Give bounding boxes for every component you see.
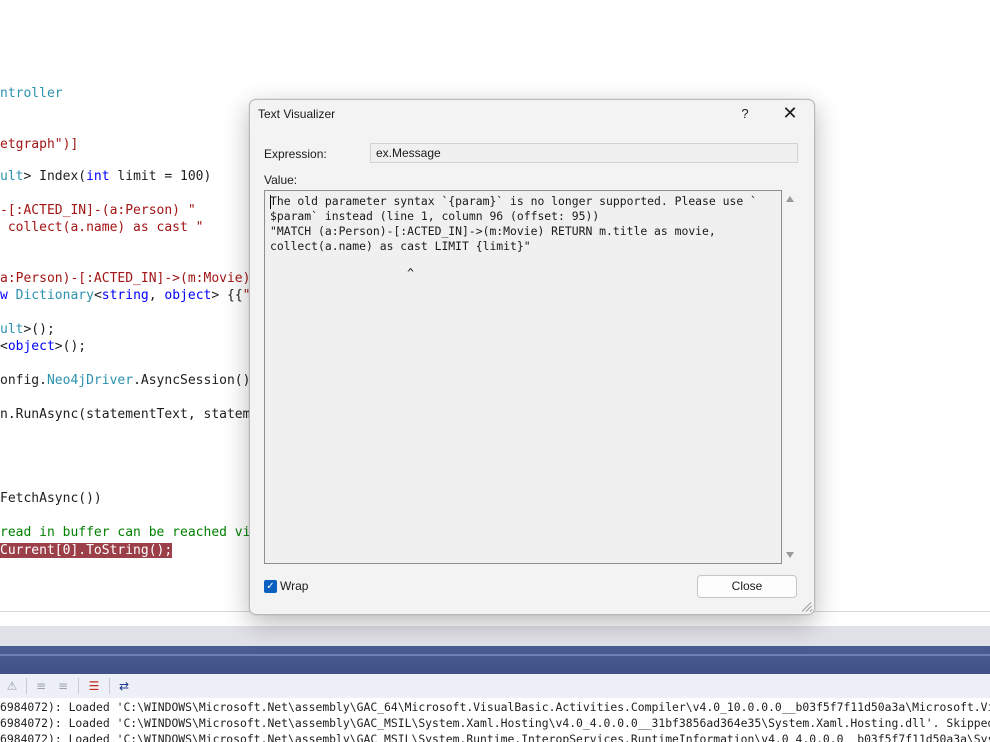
- code-line: collect(a.name) as cast ": [0, 219, 204, 237]
- code-token: -[:ACTED_IN]-(a:Person) ": [0, 203, 196, 218]
- scroll-up-arrow-icon[interactable]: [786, 196, 794, 202]
- code-line: a:Person)-[:ACTED_IN]->(m:Movie) (: [0, 270, 266, 288]
- wrap-checkbox[interactable]: ✓: [264, 580, 277, 593]
- code-token: > {{: [211, 288, 243, 303]
- output-window[interactable]: 6984072): Loaded 'C:\WINDOWS\Microsoft.N…: [0, 698, 990, 742]
- code-token: Current[0].ToString();: [0, 543, 173, 558]
- clear-all-icon[interactable]: ☰: [86, 678, 102, 694]
- code-token: > Index(: [23, 169, 87, 184]
- scroll-down-arrow-icon[interactable]: [786, 552, 794, 558]
- code-token: >();: [23, 322, 55, 337]
- output-line: 6984072): Loaded 'C:\WINDOWS\Microsoft.N…: [0, 732, 990, 742]
- code-line: FetchAsync()): [0, 490, 102, 508]
- value-text: The old parameter syntax `{param}` is no…: [270, 194, 757, 253]
- code-line: etgraph")]: [0, 136, 78, 154]
- wrap-label[interactable]: Wrap: [280, 579, 308, 593]
- code-token: Dictionary: [15, 288, 94, 303]
- code-line: Current[0].ToString();: [0, 542, 173, 560]
- expression-field[interactable]: ex.Message: [370, 143, 798, 163]
- value-label: Value:: [264, 173, 298, 187]
- code-token: collect(a.name) as cast ": [0, 220, 204, 235]
- text-visualizer-dialog: Text Visualizer ? ✕ Expression: ex.Messa…: [249, 99, 815, 615]
- output-line: 6984072): Loaded 'C:\WINDOWS\Microsoft.N…: [0, 716, 990, 730]
- output-line: 6984072): Loaded 'C:\WINDOWS\Microsoft.N…: [0, 700, 990, 714]
- code-line: w Dictionary<string, object> {{"li: [0, 287, 266, 305]
- code-line: onfig.Neo4jDriver.AsyncSession()): [0, 372, 258, 390]
- code-line: read in buffer can be reached via: [0, 524, 258, 542]
- text-cursor: [270, 195, 271, 209]
- clear-icon[interactable]: ⚠: [4, 678, 20, 694]
- code-token: .AsyncSession()): [133, 373, 259, 388]
- value-textarea[interactable]: The old parameter syntax `{param}` is no…: [264, 190, 782, 564]
- code-token: <: [0, 339, 8, 354]
- code-token: object: [7, 339, 55, 354]
- code-token: Neo4jDriver: [46, 373, 134, 388]
- code-line: ult> Index(int limit = 100): [0, 168, 211, 186]
- code-line: ult>();: [0, 321, 55, 339]
- code-token: limit = 100): [109, 169, 212, 184]
- close-button[interactable]: Close: [697, 575, 797, 598]
- code-token: ult: [0, 169, 24, 184]
- code-token: >();: [54, 339, 87, 354]
- code-line: -[:ACTED_IN]-(a:Person) ": [0, 202, 196, 220]
- code-line: <object>();: [0, 338, 86, 356]
- help-button[interactable]: ?: [732, 103, 758, 125]
- code-token: <: [93, 288, 102, 303]
- toolbar-separator: [26, 678, 27, 694]
- code-token: ,: [148, 288, 165, 303]
- tool-window-tab-strip: [0, 646, 990, 674]
- code-token: n.RunAsync(statementText, statemen: [0, 407, 267, 422]
- toolbar-separator: [109, 678, 110, 694]
- code-token: ult: [0, 322, 24, 337]
- code-line: ntroller: [0, 85, 63, 103]
- find-previous-icon[interactable]: ≡: [33, 678, 49, 694]
- error-caret-marker: ^: [270, 266, 415, 280]
- output-toolbar: ⚠ ≡ ≡ ☰ ⇄: [0, 674, 990, 698]
- code-line: n.RunAsync(statementText, statemen: [0, 406, 266, 424]
- code-token: string: [101, 288, 149, 303]
- code-token: ntroller: [0, 86, 63, 101]
- output-panel-header: [0, 626, 990, 646]
- find-next-icon[interactable]: ≡: [55, 678, 71, 694]
- code-token: object: [164, 288, 212, 303]
- code-token: FetchAsync()): [0, 491, 102, 506]
- code-token: w: [0, 288, 16, 303]
- expression-label: Expression:: [264, 147, 327, 161]
- check-icon: ✓: [266, 581, 275, 592]
- word-wrap-toggle-icon[interactable]: ⇄: [116, 678, 132, 694]
- toolbar-separator: [78, 678, 79, 694]
- code-token: onfig.: [0, 373, 47, 388]
- resize-grip-icon[interactable]: [800, 600, 813, 612]
- code-token: read in buffer can be reached via: [0, 525, 259, 540]
- code-token: int: [86, 169, 110, 184]
- close-icon[interactable]: ✕: [776, 103, 804, 125]
- code-token: a:Person)-[:ACTED_IN]->(m:Movie) (: [0, 271, 267, 286]
- code-token: etgraph")]: [0, 137, 79, 152]
- dialog-title: Text Visualizer: [258, 107, 336, 121]
- value-scrollbar[interactable]: [782, 190, 798, 564]
